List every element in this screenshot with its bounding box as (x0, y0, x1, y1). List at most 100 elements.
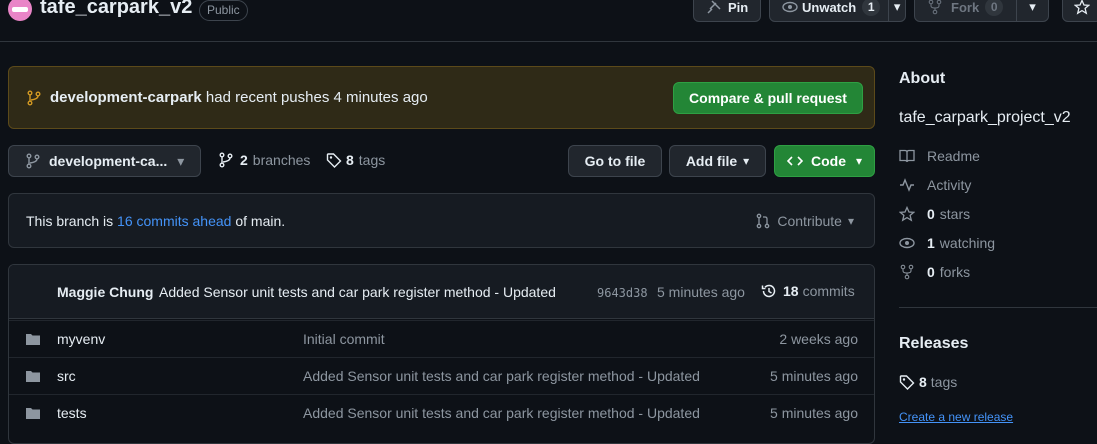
file-commit-time: 5 minutes ago (770, 368, 858, 384)
fork-icon (927, 0, 943, 15)
watch-count: 1 (862, 0, 881, 16)
caret-down-icon: ▾ (893, 0, 901, 14)
stars-link[interactable]: 0 stars (899, 206, 970, 222)
commit-message[interactable]: Added Sensor unit tests and car park reg… (159, 284, 556, 300)
watching-label: watching (939, 235, 996, 251)
folder-icon (25, 331, 41, 347)
activity-label: Activity (927, 177, 972, 193)
file-row[interactable]: myvenv Initial commit 2 weeks ago (9, 320, 874, 357)
caret-down-icon: ▾ (743, 154, 750, 168)
watch-dropdown[interactable]: ▾ (888, 0, 905, 21)
commits-label: commits (802, 283, 855, 299)
watching-link[interactable]: 1 watching (899, 235, 995, 251)
commits-history-link[interactable]: 18 commits (761, 283, 855, 299)
push-message-text: had recent pushes 4 minutes ago (205, 89, 428, 106)
commit-count: 18 (783, 283, 799, 299)
fork-icon (899, 264, 915, 280)
commit-time: 5 minutes ago (657, 284, 745, 300)
readme-link[interactable]: Readme (899, 148, 980, 164)
file-name[interactable]: myvenv (57, 331, 105, 347)
stars-count: 0 (927, 206, 935, 222)
release-tags-label: tags (930, 374, 958, 390)
branch-icon (26, 90, 42, 106)
pushed-branch-name[interactable]: development-carpark (50, 89, 202, 106)
tags-link[interactable]: 8 tags (326, 152, 385, 168)
pin-button[interactable]: Pin (693, 0, 761, 22)
watching-count: 1 (927, 235, 935, 251)
latest-commit-header: Maggie Chung Added Sensor unit tests and… (9, 265, 874, 319)
repo-name[interactable]: tafe_carpark_v2 (40, 0, 192, 19)
eye-icon (782, 0, 798, 15)
push-message: development-carpark had recent pushes 4 … (50, 89, 428, 106)
tag-icon (326, 152, 342, 168)
stars-label: stars (939, 206, 971, 222)
add-file-button[interactable]: Add file ▾ (669, 145, 766, 177)
contribute-label: Contribute (777, 213, 842, 229)
file-commit-message[interactable]: Added Sensor unit tests and car park reg… (303, 368, 700, 384)
commits-ahead-link[interactable]: 16 commits ahead (117, 213, 231, 229)
contribute-button[interactable]: Contribute ▾ (755, 213, 854, 229)
branch-icon (218, 152, 234, 168)
add-file-label: Add file (685, 153, 738, 169)
fork-label: Fork (951, 0, 980, 15)
fork-count: 0 (985, 0, 1004, 16)
history-icon (761, 283, 777, 299)
tags-label: tags (358, 152, 386, 168)
star-button[interactable] (1062, 0, 1097, 22)
code-icon (786, 153, 803, 169)
tag-count: 8 (346, 152, 354, 168)
file-commit-time: 5 minutes ago (770, 405, 858, 421)
tag-icon (899, 374, 915, 390)
forks-count: 0 (927, 264, 935, 280)
status-suffix: of main. (235, 213, 286, 229)
pin-label: Pin (728, 0, 749, 15)
release-tags-count: 8 (919, 374, 927, 390)
release-tags-link[interactable]: 8 tags (899, 374, 957, 390)
releases-heading[interactable]: Releases (899, 335, 968, 353)
pull-request-icon (755, 213, 771, 229)
branch-count: 2 (240, 152, 248, 168)
book-icon (899, 148, 915, 164)
file-commit-message[interactable]: Initial commit (303, 331, 385, 347)
branches-label: branches (252, 152, 311, 168)
star-icon (899, 206, 915, 222)
commit-sha[interactable]: 9643d38 (597, 286, 648, 300)
pin-icon (706, 0, 722, 15)
caret-down-icon: ▾ (1029, 0, 1036, 14)
file-name[interactable]: tests (57, 405, 87, 421)
branch-status-text: This branch is 16 commits ahead of main. (26, 213, 285, 229)
sidebar-divider (899, 307, 1097, 308)
activity-link[interactable]: Activity (899, 177, 971, 193)
code-button[interactable]: Code ▾ (774, 145, 875, 177)
compare-pull-request-button[interactable]: Compare & pull request (673, 82, 863, 114)
commit-author[interactable]: Maggie Chung (57, 284, 153, 300)
file-commit-time: 2 weeks ago (779, 331, 858, 347)
caret-down-icon: ▾ (847, 214, 854, 228)
visibility-badge: Public (199, 0, 248, 21)
folder-icon (25, 405, 41, 421)
caret-down-icon: ▾ (855, 154, 863, 168)
forks-link[interactable]: 0 forks (899, 264, 970, 280)
create-release-link[interactable]: Create a new release (899, 410, 1013, 424)
go-to-file-button[interactable]: Go to file (568, 145, 662, 177)
owner-avatar[interactable] (8, 0, 32, 21)
unwatch-button[interactable]: Unwatch 1 ▾ (769, 0, 906, 22)
file-row[interactable]: src Added Sensor unit tests and car park… (9, 357, 874, 394)
file-row[interactable]: tests Added Sensor unit tests and car pa… (9, 394, 874, 431)
repo-description: tafe_carpark_project_v2 (899, 109, 1071, 126)
branch-selector[interactable]: development-ca... ▾ (8, 145, 201, 177)
file-name[interactable]: src (57, 368, 76, 384)
file-table: Maggie Chung Added Sensor unit tests and… (8, 264, 875, 444)
recent-push-banner: development-carpark had recent pushes 4 … (8, 66, 875, 129)
unwatch-label: Unwatch (802, 0, 857, 15)
code-label: Code (810, 153, 846, 169)
branch-status-box: This branch is 16 commits ahead of main.… (8, 193, 875, 248)
folder-icon (25, 368, 41, 384)
forks-label: forks (939, 264, 971, 280)
fork-button[interactable]: Fork 0 ▾ (914, 0, 1049, 22)
branches-link[interactable]: 2 branches (218, 152, 310, 168)
file-commit-message[interactable]: Added Sensor unit tests and car park reg… (303, 405, 700, 421)
current-branch-label: development-ca... (49, 153, 168, 169)
fork-dropdown[interactable]: ▾ (1016, 0, 1048, 21)
eye-icon (899, 235, 915, 251)
